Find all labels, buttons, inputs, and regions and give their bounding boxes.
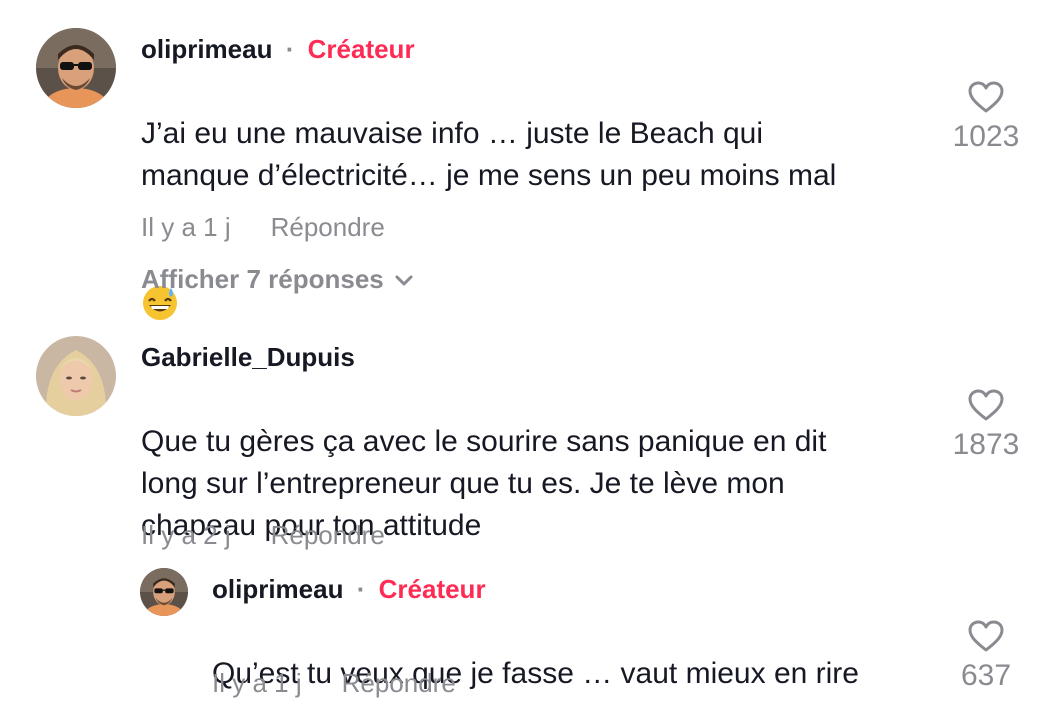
comment-header: oliprimeau · Créateur xyxy=(212,574,486,604)
avatar[interactable] xyxy=(36,28,116,108)
like-count: 1873 xyxy=(952,428,1020,461)
view-replies-label: Afficher 7 réponses xyxy=(141,264,384,294)
like-button[interactable]: 1023 xyxy=(941,80,1031,154)
username[interactable]: Gabrielle_Dupuis xyxy=(141,342,355,372)
comment-meta: Il y a 1 j Répondre xyxy=(212,668,456,698)
heart-outline-icon xyxy=(968,389,1004,421)
heart-outline-icon xyxy=(968,620,1004,652)
creator-badge: Créateur xyxy=(307,34,415,64)
comment-text-content: J’ai eu une mauvaise info … juste le Bea… xyxy=(141,117,837,192)
avatar-oliprimeau-image xyxy=(36,28,116,108)
comment-header: oliprimeau · Créateur xyxy=(141,34,415,64)
comment-meta: Il y a 2 j Répondre xyxy=(141,520,385,550)
comment-text: J’ai eu une mauvaise info … juste le Bea… xyxy=(141,71,921,321)
timestamp: Il y a 2 j xyxy=(141,520,231,550)
avatar-oliprimeau-image xyxy=(140,568,188,616)
comment-header: Gabrielle_Dupuis xyxy=(141,342,355,372)
username[interactable]: oliprimeau xyxy=(212,574,343,604)
avatar-gabrielle-image xyxy=(36,336,116,416)
separator: · xyxy=(285,34,295,64)
like-button[interactable]: 637 xyxy=(941,619,1031,693)
timestamp: Il y a 1 j xyxy=(141,212,231,242)
like-button[interactable]: 1873 xyxy=(941,388,1031,462)
comment-meta: Il y a 1 j Répondre xyxy=(141,212,385,242)
reply-button[interactable]: Répondre xyxy=(342,668,456,698)
creator-badge: Créateur xyxy=(378,574,486,604)
reply-button[interactable]: Répondre xyxy=(271,212,385,242)
username[interactable]: oliprimeau xyxy=(141,34,272,64)
view-replies-button[interactable]: Afficher 7 réponses xyxy=(141,264,414,294)
heart-outline-icon xyxy=(968,81,1004,113)
like-count: 637 xyxy=(960,659,1012,692)
reply-button[interactable]: Répondre xyxy=(271,520,385,550)
avatar[interactable] xyxy=(36,336,116,416)
avatar[interactable] xyxy=(140,568,188,616)
separator: · xyxy=(356,574,366,604)
timestamp: Il y a 1 j xyxy=(212,668,302,698)
chevron-down-icon xyxy=(395,275,413,286)
like-count: 1023 xyxy=(952,120,1020,153)
